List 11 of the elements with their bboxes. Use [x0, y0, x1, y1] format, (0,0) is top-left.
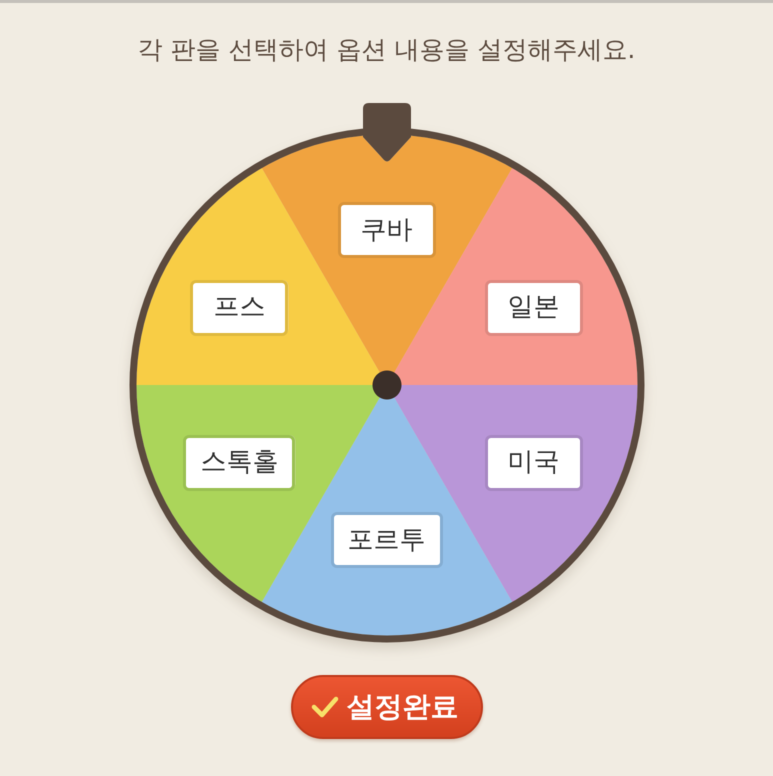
- segment-label[interactable]: 일본: [484, 280, 583, 336]
- segment-label[interactable]: 포르투: [330, 512, 442, 568]
- wheel-hub-icon: [372, 370, 402, 400]
- check-icon: [310, 696, 338, 718]
- pointer-icon: [362, 103, 410, 163]
- segment-label[interactable]: 쿠바: [338, 202, 436, 258]
- segment-label[interactable]: 스톡홀: [183, 434, 296, 490]
- complete-button[interactable]: 설정완료: [290, 675, 482, 739]
- segment-label[interactable]: 미국: [484, 434, 583, 490]
- instruction-text: 각 판을 선택하여 옵션 내용을 설정해주세요.: [136, 35, 636, 65]
- segment-label[interactable]: 프스: [190, 280, 288, 336]
